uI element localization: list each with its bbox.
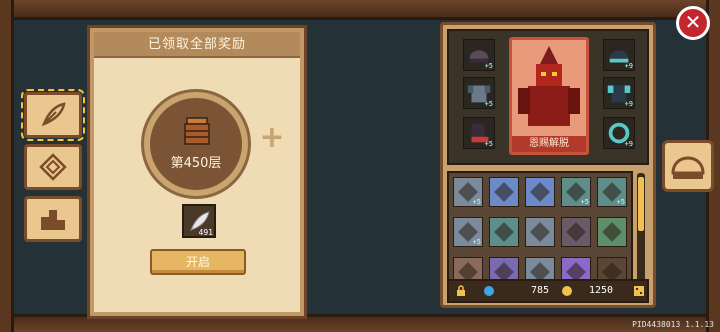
wood-border-top bbox=[0, 0, 720, 20]
floor-badge: 第450层 bbox=[144, 92, 248, 196]
scroll-thumb[interactable] bbox=[638, 177, 644, 231]
character-portrait[interactable]: 恩赐解脱 bbox=[509, 37, 589, 155]
panel-title: 已领取全部奖励 bbox=[94, 32, 300, 58]
reward-item-slot[interactable]: 491 bbox=[182, 204, 216, 238]
inventory-scrollbar[interactable] bbox=[637, 173, 645, 293]
wood-border-left bbox=[0, 0, 14, 332]
inventory-slot[interactable] bbox=[597, 217, 627, 247]
currency-bar: 785 1250 bbox=[447, 279, 649, 303]
floor-label: 第450层 bbox=[170, 156, 222, 171]
inventory-slot[interactable]: +5 bbox=[453, 217, 483, 247]
inventory-panel: +5 +9 +5 +9 +5 +9 恩赐解脱 +5 +5 +5 +5 785 1… bbox=[440, 22, 656, 308]
version-label: PID4438013 1.1.13 bbox=[632, 320, 714, 329]
tab-emblem[interactable] bbox=[24, 144, 82, 190]
gold-coin-icon bbox=[562, 286, 572, 296]
lock-icon[interactable] bbox=[455, 285, 467, 297]
potion-icon bbox=[494, 222, 514, 242]
wood-border-bottom bbox=[0, 314, 720, 332]
equip-slot-helmet-left[interactable]: +5 bbox=[463, 39, 495, 71]
inventory-slot[interactable]: +5 bbox=[561, 177, 591, 207]
tab-ranking[interactable] bbox=[24, 196, 82, 242]
helmet-tab-icon bbox=[671, 156, 705, 179]
rainbow-potion-icon bbox=[494, 182, 514, 202]
open-button[interactable]: 开启 bbox=[150, 249, 246, 275]
inventory-slot[interactable] bbox=[489, 177, 519, 207]
emblem-icon bbox=[39, 153, 67, 181]
character-title: 恩赐解脱 bbox=[512, 136, 586, 152]
reward-panel: 已领取全部奖励 第450层 + 491 开启 bbox=[90, 28, 304, 316]
equip-slot-ring[interactable]: +9 bbox=[603, 117, 635, 149]
close-button[interactable]: ✕ bbox=[676, 6, 710, 40]
podium-icon bbox=[41, 210, 65, 230]
gem-icon bbox=[484, 286, 494, 296]
helmet-tab-button[interactable] bbox=[662, 140, 714, 192]
equip-slot-armor-left[interactable]: +5 bbox=[463, 77, 495, 109]
equip-slot-boots[interactable]: +5 bbox=[463, 117, 495, 149]
inventory-slot[interactable] bbox=[489, 217, 519, 247]
item-count: 491 bbox=[198, 228, 213, 237]
equip-slot-armor-right[interactable]: +9 bbox=[603, 77, 635, 109]
inventory-slot[interactable]: +5 bbox=[453, 177, 483, 207]
inventory-slot[interactable]: +5 bbox=[597, 177, 627, 207]
equip-slot-helmet-right[interactable]: +9 bbox=[603, 39, 635, 71]
dagger-icon bbox=[566, 222, 586, 242]
gem-count: 785 bbox=[531, 285, 550, 296]
sort-icon[interactable] bbox=[633, 285, 645, 297]
feather-icon bbox=[41, 102, 66, 127]
inventory-slot[interactable] bbox=[561, 217, 591, 247]
tab-feather[interactable] bbox=[21, 89, 85, 141]
equipment-area: +5 +9 +5 +9 +5 +9 恩赐解脱 bbox=[447, 29, 649, 165]
inventory-grid: +5 +5 +5 +5 bbox=[447, 171, 633, 295]
hammer-icon bbox=[530, 222, 550, 242]
chest-icon bbox=[184, 117, 210, 145]
demon-character-icon bbox=[518, 46, 580, 126]
rainbow-potion-icon bbox=[530, 182, 550, 202]
gold-count: 1250 bbox=[589, 285, 614, 296]
spear-icon bbox=[602, 222, 622, 242]
inventory-slot[interactable] bbox=[525, 217, 555, 247]
plus-icon: + bbox=[259, 120, 285, 155]
inventory-slot[interactable] bbox=[525, 177, 555, 207]
